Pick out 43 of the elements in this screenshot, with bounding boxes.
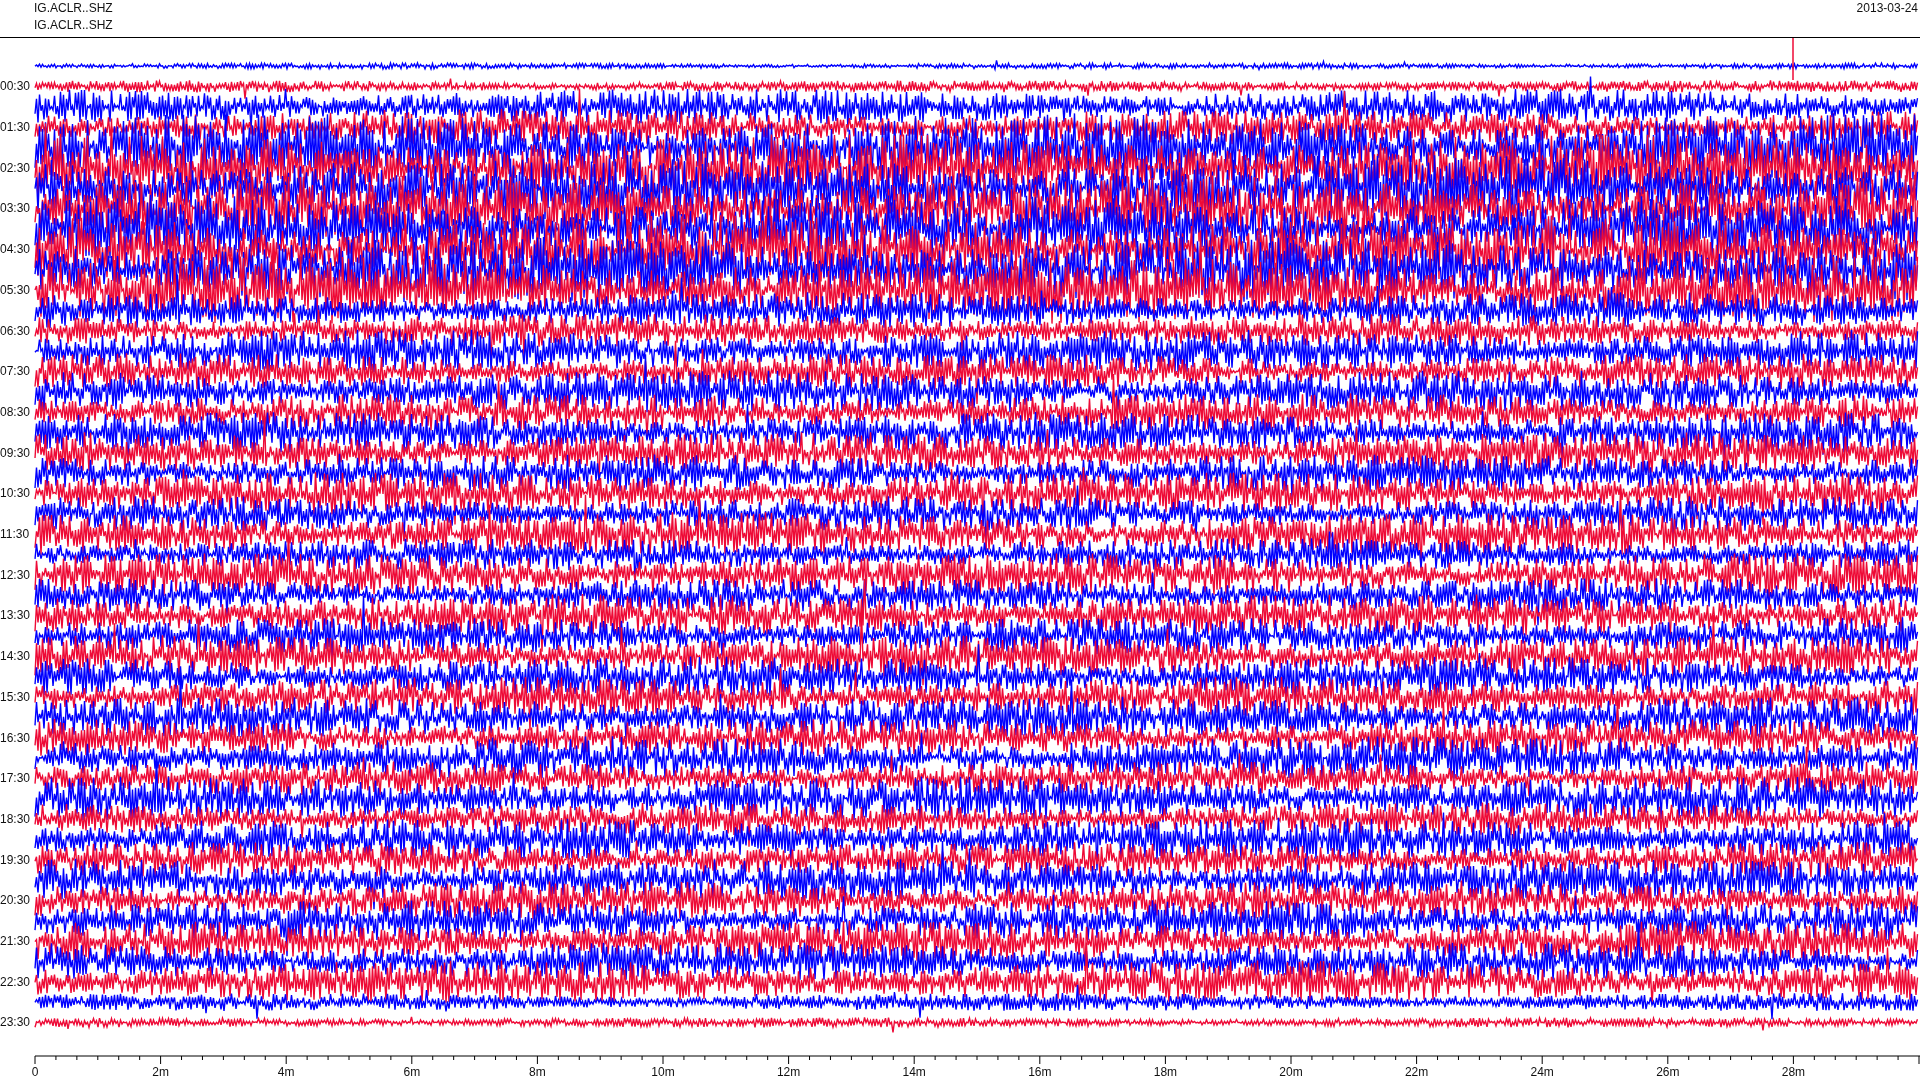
time-row-label: 13:30: [0, 608, 31, 623]
time-row-label: 03:30: [0, 201, 31, 216]
time-row-label: 15:30: [0, 689, 31, 704]
time-row-label: 19:30: [0, 852, 31, 867]
time-row-label: 20:30: [0, 893, 31, 908]
axis-tick-label: 10m: [651, 1065, 675, 1079]
time-row-label: 18:30: [0, 811, 31, 826]
time-row-label: 00:30: [0, 79, 31, 94]
axis-tick-label: 18m: [1153, 1065, 1178, 1079]
axis-tick-label: 4m: [277, 1065, 295, 1079]
axis-tick-label: 24m: [1530, 1065, 1554, 1079]
axis-tick-label: 26m: [1656, 1065, 1680, 1079]
station-channel-label: IG.ACLR..SHZ: [34, 0, 113, 17]
time-row-label: 14:30: [0, 649, 31, 664]
axis-tick-label: 12m: [776, 1065, 801, 1079]
time-row-label: 09:30: [0, 445, 31, 460]
time-row-label: 02:30: [0, 160, 31, 175]
time-row-label: 17:30: [0, 771, 31, 786]
time-row-label: 12:30: [0, 567, 31, 582]
axis-tick-label: 28m: [1781, 1065, 1806, 1079]
axis-tick-label: 14m: [902, 1065, 926, 1079]
axis-tick-label: 6m: [403, 1065, 421, 1079]
axis-tick-label: 2m: [152, 1065, 169, 1079]
time-row-label: 06:30: [0, 323, 31, 338]
time-row-label: 10:30: [0, 486, 31, 501]
time-row-label: 21:30: [0, 934, 31, 949]
date-label: 2013-03-24: [1856, 0, 1919, 17]
marker-line: [1792, 38, 1794, 81]
axis-tick-label: 0: [31, 1065, 39, 1079]
time-row-label: 07:30: [0, 364, 31, 379]
time-row-label: 16:30: [0, 730, 31, 745]
time-row-label: 01:30: [0, 120, 31, 135]
time-row-label: 08:30: [0, 404, 31, 419]
axis-tick-label: 22m: [1404, 1065, 1429, 1079]
time-row-label: 05:30: [0, 282, 31, 297]
time-row-label: 04:30: [0, 242, 31, 257]
time-row-label: 11:30: [0, 527, 30, 542]
time-row-label: 23:30: [0, 1015, 31, 1030]
axis-tick-label: 16m: [1028, 1065, 1052, 1079]
station-channel-label: IG.ACLR..SHZ: [34, 17, 113, 34]
axis-tick-label: 20m: [1279, 1065, 1303, 1079]
time-row-label: 22:30: [0, 974, 31, 989]
axis-tick-label: 8m: [529, 1065, 546, 1079]
